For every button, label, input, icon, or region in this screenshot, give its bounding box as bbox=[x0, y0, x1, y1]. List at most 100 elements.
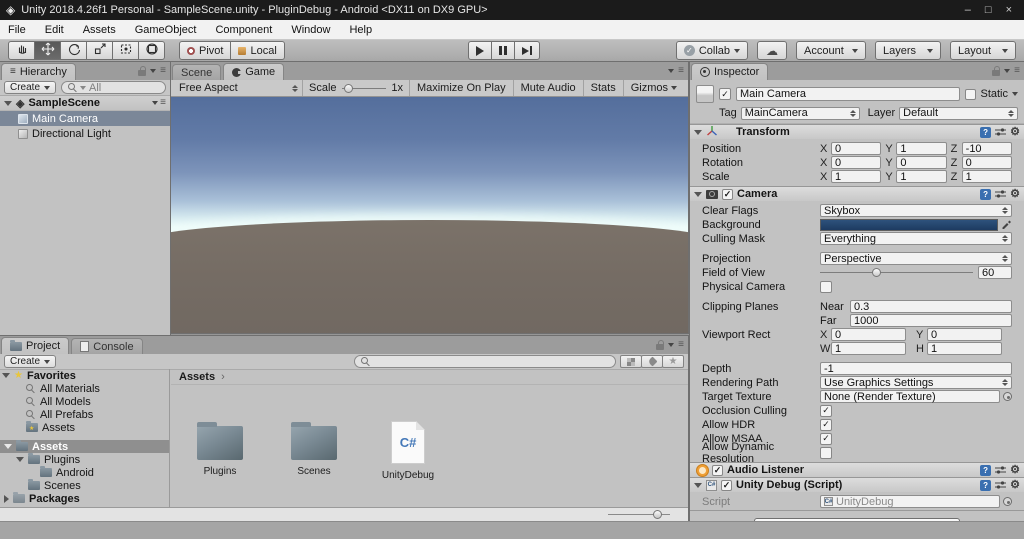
pivot-toggle-button[interactable]: Pivot bbox=[179, 41, 232, 60]
menu-file[interactable]: File bbox=[8, 24, 26, 36]
favorite-search-button[interactable]: ★ bbox=[662, 355, 684, 368]
hand-tool-button[interactable] bbox=[8, 41, 35, 60]
depth-input[interactable]: -1 bbox=[820, 362, 1012, 375]
position-z-input[interactable]: -10 bbox=[961, 142, 1012, 155]
scale-x-input[interactable]: 1 bbox=[831, 170, 882, 183]
tree-item-favorites[interactable]: ★ Favorites bbox=[0, 369, 169, 382]
game-scale-slider[interactable] bbox=[341, 82, 387, 95]
eyedropper-icon[interactable] bbox=[1001, 218, 1012, 232]
allow-msaa-checkbox[interactable]: ✓ bbox=[820, 432, 832, 445]
mute-audio-button[interactable]: Mute Audio bbox=[512, 80, 583, 96]
step-button[interactable] bbox=[514, 41, 540, 60]
move-tool-button[interactable] bbox=[34, 41, 61, 60]
tab-console[interactable]: Console bbox=[71, 338, 143, 354]
account-dropdown[interactable]: Account bbox=[796, 41, 866, 60]
unity-debug-component-header[interactable]: C# ✓ Unity Debug (Script) ? ⚙ bbox=[690, 477, 1024, 492]
slider-thumb[interactable] bbox=[872, 268, 882, 277]
camera-enabled-checkbox[interactable]: ✓ bbox=[722, 188, 733, 200]
panel-menu-icon[interactable]: ≡ bbox=[1014, 66, 1020, 76]
foldout-open-icon[interactable] bbox=[16, 457, 24, 462]
culling-mask-dropdown[interactable]: Everything bbox=[820, 232, 1012, 245]
tag-dropdown[interactable]: MainCamera bbox=[740, 106, 860, 120]
fov-slider[interactable] bbox=[820, 266, 973, 279]
menu-component[interactable]: Component bbox=[215, 24, 272, 36]
tree-item-all-prefabs[interactable]: All Prefabs bbox=[0, 408, 169, 421]
tab-scene[interactable]: Scene bbox=[172, 64, 222, 80]
object-picker-icon[interactable] bbox=[1003, 392, 1012, 401]
foldout-open-icon[interactable] bbox=[2, 373, 10, 378]
scale-y-input[interactable]: 1 bbox=[896, 170, 947, 183]
presets-icon[interactable] bbox=[995, 189, 1007, 199]
foldout-open-icon[interactable] bbox=[694, 191, 702, 197]
allow-dynamic-resolution-checkbox[interactable] bbox=[820, 446, 832, 459]
gear-icon[interactable]: ⚙ bbox=[1010, 188, 1020, 200]
hierarchy-item-directional-light[interactable]: Directional Light bbox=[0, 126, 170, 141]
icon-size-slider[interactable] bbox=[608, 509, 670, 521]
menu-assets[interactable]: Assets bbox=[83, 24, 116, 36]
tree-item-plugins[interactable]: Plugins bbox=[0, 453, 169, 466]
viewport-h-input[interactable]: 1 bbox=[927, 342, 1002, 355]
target-texture-field[interactable]: None (Render Texture) bbox=[820, 390, 1000, 403]
camera-component-header[interactable]: ✓ Camera ? ⚙ bbox=[690, 186, 1024, 201]
rotation-y-input[interactable]: 0 bbox=[896, 156, 947, 169]
project-create-button[interactable]: Create bbox=[4, 355, 57, 368]
presets-icon[interactable] bbox=[995, 127, 1007, 137]
foldout-open-icon[interactable] bbox=[694, 129, 702, 135]
transform-component-header[interactable]: Transform ? ⚙ bbox=[690, 124, 1024, 139]
play-button[interactable] bbox=[468, 41, 492, 60]
tab-hierarchy[interactable]: ≡ Hierarchy bbox=[1, 63, 76, 80]
near-clip-input[interactable]: 0.3 bbox=[850, 300, 1012, 313]
help-icon[interactable]: ? bbox=[980, 126, 992, 138]
foldout-open-icon[interactable] bbox=[4, 444, 12, 449]
fov-value-input[interactable]: 60 bbox=[978, 266, 1012, 279]
menu-help[interactable]: Help bbox=[349, 24, 372, 36]
physical-camera-checkbox[interactable] bbox=[820, 280, 832, 293]
viewport-y-input[interactable]: 0 bbox=[927, 328, 1002, 341]
help-icon[interactable]: ? bbox=[980, 188, 992, 200]
panel-menu-icon[interactable]: ≡ bbox=[678, 66, 684, 76]
gear-icon[interactable]: ⚙ bbox=[1010, 464, 1020, 476]
occlusion-culling-checkbox[interactable]: ✓ bbox=[820, 404, 832, 417]
tree-item-assets-favorite[interactable]: ★ Assets bbox=[0, 421, 169, 434]
allow-hdr-checkbox[interactable]: ✓ bbox=[820, 418, 832, 431]
layers-dropdown[interactable]: Layers bbox=[875, 41, 941, 60]
hierarchy-scene-row[interactable]: ◈ SampleScene ≡ bbox=[0, 96, 170, 111]
active-checkbox[interactable]: ✓ bbox=[719, 88, 731, 100]
rotate-tool-button[interactable] bbox=[60, 41, 87, 60]
presets-icon[interactable] bbox=[995, 480, 1007, 490]
game-viewport[interactable] bbox=[171, 97, 688, 333]
gizmos-dropdown[interactable]: Gizmos bbox=[622, 80, 684, 96]
tab-inspector[interactable]: Inspector bbox=[691, 63, 769, 80]
tab-project[interactable]: Project bbox=[1, 337, 70, 354]
stats-button[interactable]: Stats bbox=[582, 80, 623, 96]
scale-z-input[interactable]: 1 bbox=[961, 170, 1012, 183]
minimize-button[interactable]: – bbox=[965, 4, 971, 16]
cloud-button[interactable]: ☁ bbox=[757, 41, 787, 60]
tree-item-scenes[interactable]: Scenes bbox=[0, 479, 169, 492]
rotation-z-input[interactable]: 0 bbox=[961, 156, 1012, 169]
asset-item-scenes[interactable]: Scenes bbox=[279, 421, 349, 481]
maximize-on-play-button[interactable]: Maximize On Play bbox=[408, 80, 513, 96]
hierarchy-create-button[interactable]: Create bbox=[4, 81, 57, 94]
search-by-label-button[interactable] bbox=[641, 355, 663, 368]
panel-caret-icon[interactable] bbox=[1004, 69, 1011, 73]
panel-caret-icon[interactable] bbox=[668, 69, 675, 73]
slider-thumb[interactable] bbox=[343, 83, 353, 93]
slider-thumb[interactable] bbox=[652, 509, 662, 519]
tab-game[interactable]: Game bbox=[223, 63, 285, 80]
lock-icon[interactable] bbox=[656, 340, 665, 350]
layout-dropdown[interactable]: Layout bbox=[950, 41, 1016, 60]
project-search-input[interactable] bbox=[354, 355, 616, 368]
gameobject-name-input[interactable]: Main Camera bbox=[736, 87, 961, 101]
lock-icon[interactable] bbox=[138, 66, 147, 76]
aspect-dropdown[interactable]: Free Aspect bbox=[175, 80, 303, 96]
audio-listener-enabled-checkbox[interactable]: ✓ bbox=[712, 464, 723, 476]
scene-caret-icon[interactable] bbox=[152, 101, 159, 105]
script-enabled-checkbox[interactable]: ✓ bbox=[721, 479, 732, 491]
object-picker-icon[interactable] bbox=[1003, 497, 1012, 506]
rect-transform-tool-button[interactable] bbox=[138, 41, 165, 60]
tree-item-android[interactable]: Android bbox=[0, 466, 169, 479]
help-icon[interactable]: ? bbox=[980, 464, 992, 476]
pause-button[interactable] bbox=[491, 41, 515, 60]
foldout-open-icon[interactable] bbox=[694, 482, 702, 488]
